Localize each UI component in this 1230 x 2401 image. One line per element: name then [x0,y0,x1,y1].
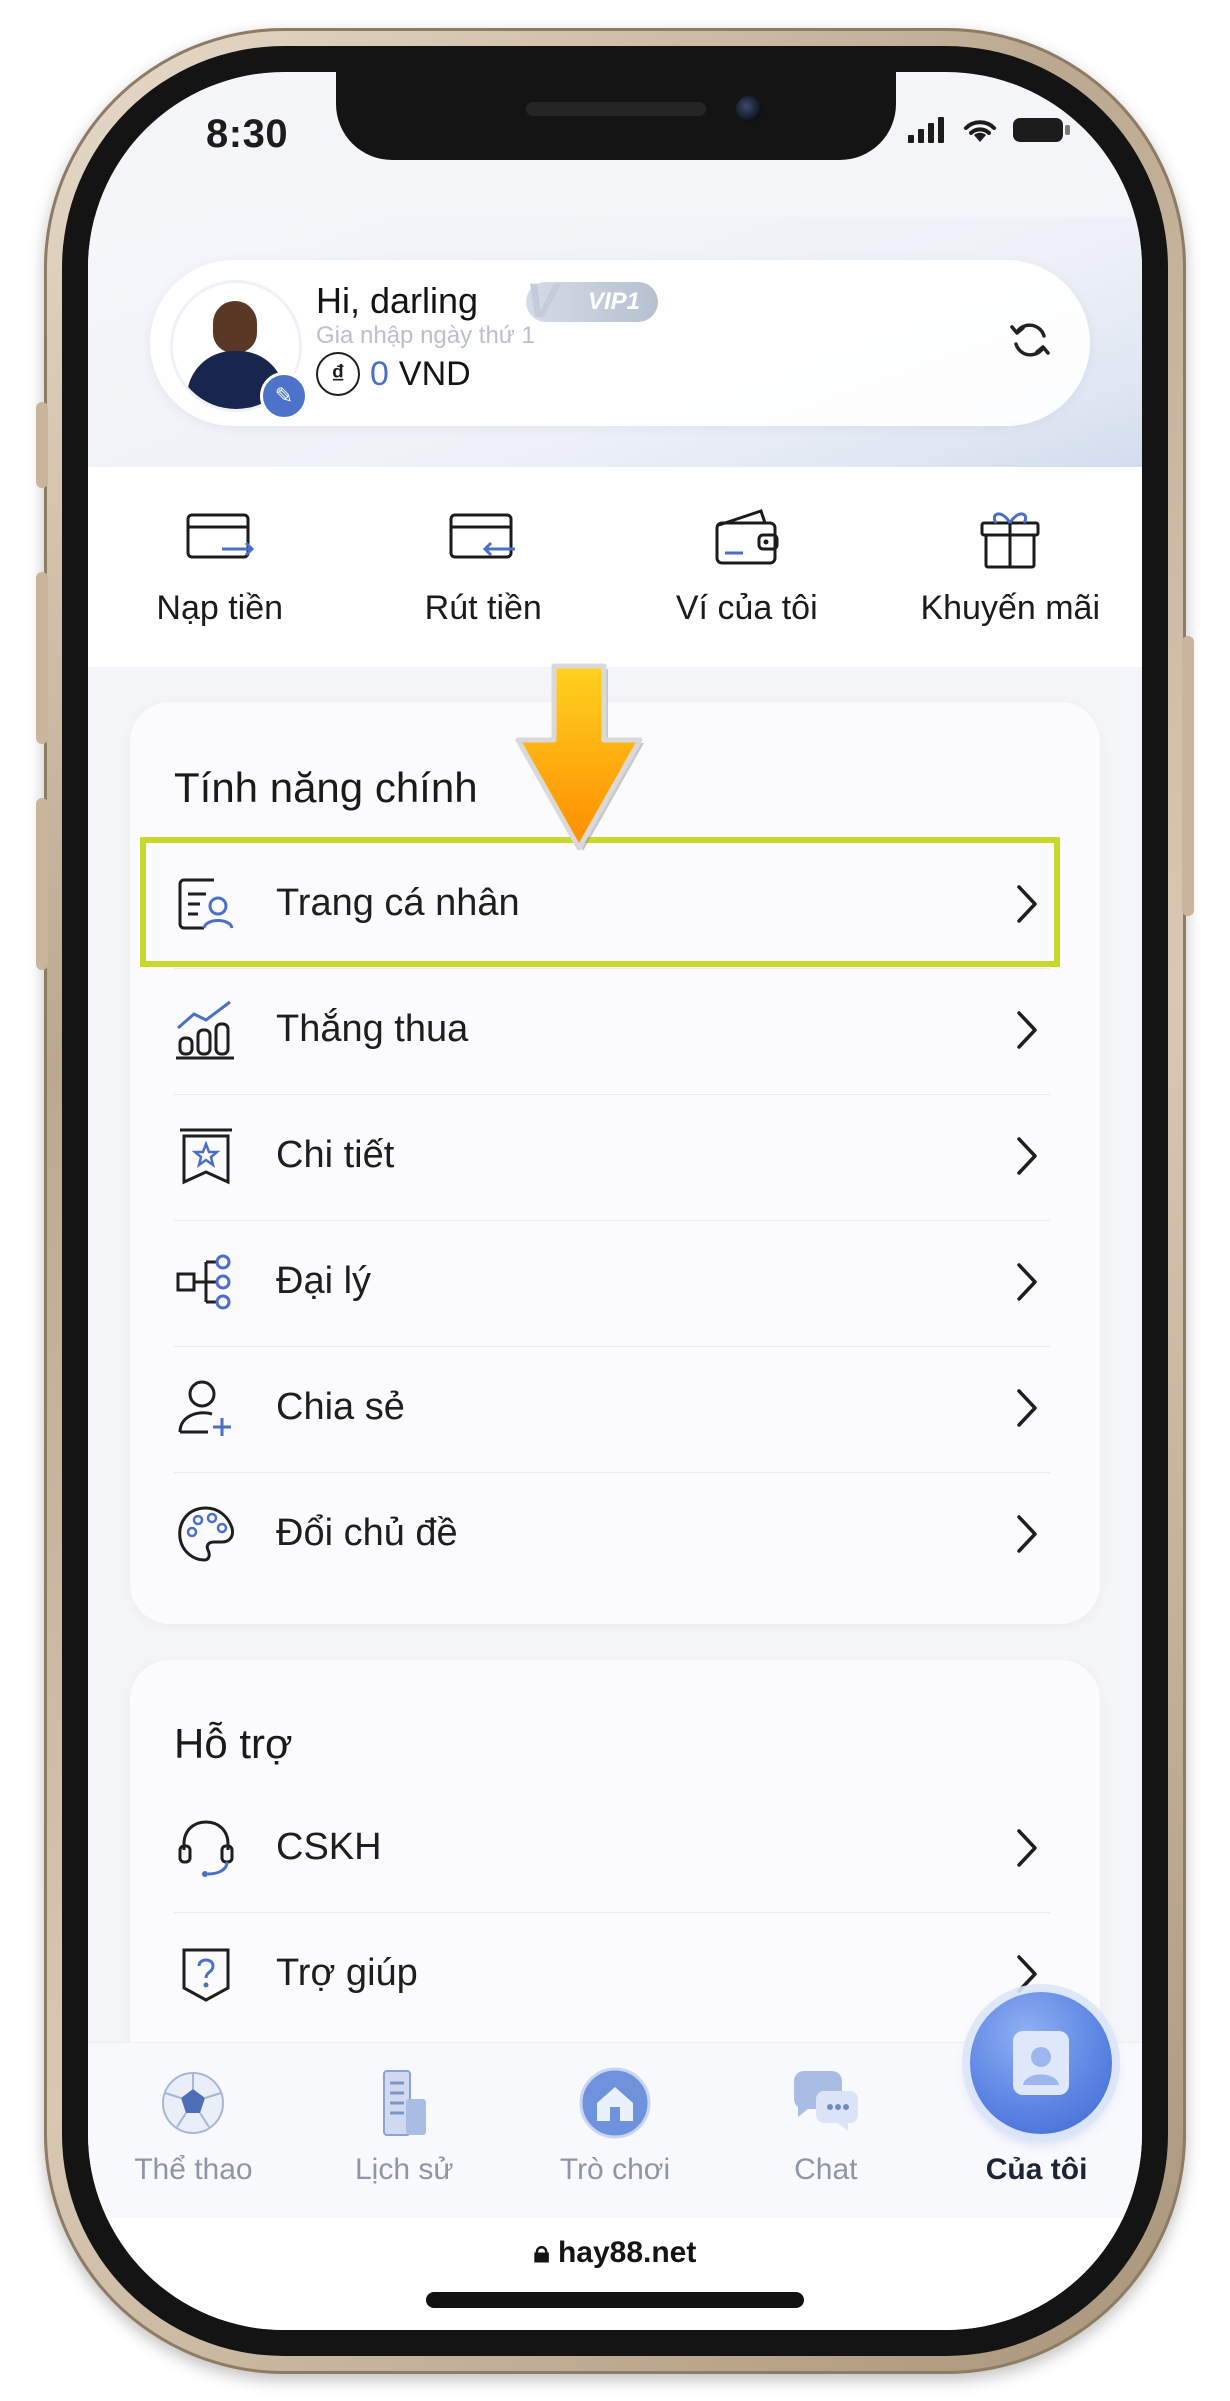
menu-item-customer-service[interactable]: CSKH [174,1786,1050,1913]
nav-item-games[interactable]: Trò chơi [510,2043,721,2219]
browser-url-bar[interactable]: 🔒︎ hay88.net [88,2218,1142,2330]
earpiece-speaker [526,102,706,116]
menu-label-help: Trợ giúp [276,1952,418,1994]
wifi-icon [964,120,996,142]
deposit-button[interactable]: Nạp tiền [88,467,352,667]
menu-item-agent[interactable]: Đại lý [174,1220,1050,1347]
menu-item-win-loss[interactable]: Thắng thua [174,968,1050,1095]
balance-amount: 0 [370,354,389,393]
deposit-card-icon [186,513,254,559]
nav-item-sports[interactable]: Thể thao [88,2043,299,2219]
status-time: 8:30 [206,112,289,156]
chevron-right-icon [1017,1955,1037,1993]
greeting-text: Hi, darling [316,280,479,321]
menu-label-win-loss: Thắng thua [276,1008,469,1050]
menu-item-profile[interactable]: Trang cá nhân [174,842,1050,969]
menu-label-customer-service: CSKH [276,1826,382,1868]
notch [336,72,896,160]
cellular-signal-icon [908,117,944,143]
balance-currency: VND [398,354,471,393]
chevron-right-icon [1017,1515,1037,1553]
soccer-ball-icon [162,2072,225,2134]
volume-up-button [36,572,48,744]
silent-switch [36,402,48,488]
refresh-balance-button[interactable] [990,300,1070,380]
profile-card-icon [178,878,234,930]
edit-avatar-icon[interactable]: ✎ [260,372,308,420]
chevron-right-icon [1017,1829,1037,1867]
menu-item-share[interactable]: Chia sẻ [174,1346,1050,1473]
url-text: hay88.net [557,2236,697,2269]
vip-badge: V VIP1 [526,278,658,326]
menu-item-details[interactable]: Chi tiết [174,1094,1050,1221]
volume-down-button [36,798,48,970]
headset-icon [178,1820,234,1877]
my-wallet-button[interactable]: Ví của tôi [615,467,879,667]
nav-label-chat: Chat [794,2153,858,2186]
nav-label-sports: Thể thao [134,2153,253,2186]
front-camera [736,96,762,122]
nav-item-chat[interactable]: Chat [720,2043,931,2219]
my-profile-icon [1013,2031,1069,2095]
menu-label-change-theme: Đổi chủ đề [276,1512,458,1554]
status-icons [908,116,1072,144]
app-screen: 8:30 ✎ Hi, darling V VIP1 Gia nhập ngày … [88,72,1142,2330]
power-button [1182,636,1194,916]
wallet-icon [715,509,779,565]
main-features-title: Tính năng chính [174,764,478,811]
refresh-icon [1010,323,1050,357]
menu-item-change-theme[interactable]: Đổi chủ đề [174,1472,1050,1598]
battery-icon [1013,118,1070,142]
chevron-right-icon [1017,1011,1037,1049]
dong-coin-icon: ₫ [316,352,360,396]
home-game-icon [579,2067,651,2139]
vip-v-logo: V [526,275,559,328]
menu-item-help[interactable]: Trợ giúp [174,1912,1050,2038]
active-tab-bubble[interactable] [970,1992,1112,2134]
nav-item-history[interactable]: Lịch sử [299,2043,510,2219]
menu-label-details: Chi tiết [276,1134,395,1176]
profile-card[interactable]: ✎ Hi, darling V VIP1 Gia nhập ngày thứ 1… [150,260,1090,426]
home-indicator[interactable] [426,2292,804,2308]
menu-label-agent: Đại lý [276,1260,372,1302]
my-wallet-label: Ví của tôi [675,589,818,627]
user-add-icon [178,1380,231,1436]
withdraw-button[interactable]: Rút tiền [352,467,616,667]
chevron-right-icon [1017,1389,1037,1427]
lock-icon: 🔒︎ [533,2236,550,2269]
down-arrow-indicator [515,663,644,851]
promotions-label: Khuyến mãi [920,589,1101,627]
menu-label-share: Chia sẻ [276,1386,405,1428]
chevron-right-icon [1017,1137,1037,1175]
nav-label-games: Trò chơi [559,2153,671,2186]
bar-chart-icon [176,1000,234,1060]
network-tree-icon [176,1254,231,1310]
nav-label-my-account: Của tôi [985,2153,1088,2186]
support-card: Hỗ trợ CSKH Trợ giúp [130,1660,1100,2080]
quick-actions-bar: Nạp tiền Rút tiền Ví của tôi Khuyến mãi [88,467,1142,667]
palette-icon [178,1506,234,1562]
menu-label-profile: Trang cá nhân [276,882,520,924]
chat-bubbles-icon [793,2071,858,2131]
withdraw-label: Rút tiền [424,589,542,627]
avatar-head [213,301,257,353]
promotions-button[interactable]: Khuyến mãi [879,467,1143,667]
gift-icon [980,512,1040,569]
support-title: Hỗ trợ [174,1720,293,1767]
chevron-right-icon [1017,885,1037,923]
deposit-label: Nạp tiền [156,589,284,627]
history-building-icon [383,2070,427,2136]
url-row: 🔒︎ hay88.net [88,2236,1142,2270]
withdraw-card-icon [449,513,516,559]
star-ticket-icon [180,1128,232,1185]
vip-level: VIP1 [587,288,640,315]
nav-label-history: Lịch sử [354,2153,454,2186]
balance-row: ₫ 0 VND [316,352,471,396]
chevron-right-icon [1017,1263,1037,1301]
join-day-text: Gia nhập ngày thứ 1 [316,322,535,349]
help-shield-icon [182,1948,230,2002]
